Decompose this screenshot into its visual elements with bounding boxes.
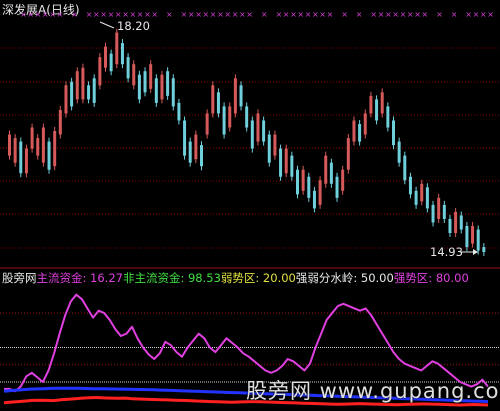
- indicator-panel[interactable]: [0, 0, 500, 411]
- watermark: 股旁网 www.gupang.com: [246, 379, 500, 403]
- stock-chart-window: 深发展A(日线) × × × × × × × × × × × × × × × × × × × × × × × × × × × × × × ×…: [0, 0, 500, 411]
